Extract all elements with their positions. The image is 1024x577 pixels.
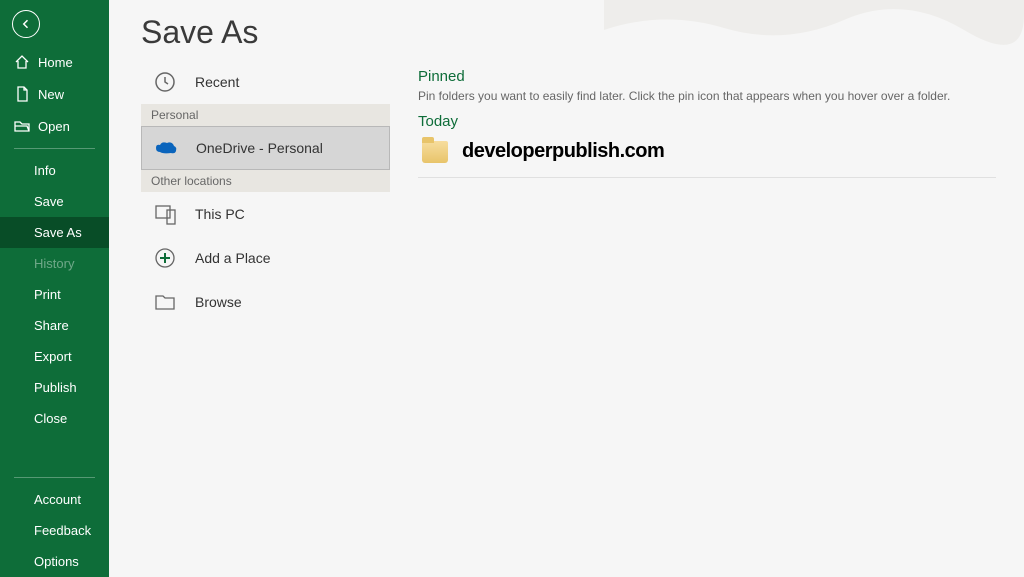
nav-open[interactable]: Open: [0, 110, 109, 142]
nav-info[interactable]: Info: [0, 155, 109, 186]
pinned-title: Pinned: [418, 68, 996, 85]
divider: [418, 177, 996, 178]
nav-new[interactable]: New: [0, 78, 109, 110]
folder-icon: [153, 290, 177, 314]
nav-label: Open: [38, 119, 70, 134]
clock-icon: [153, 70, 177, 94]
location-label: Browse: [195, 294, 242, 310]
location-onedrive[interactable]: OneDrive - Personal: [141, 126, 390, 170]
divider: [14, 148, 95, 149]
back-button[interactable]: [12, 10, 40, 38]
section-header-other: Other locations: [141, 170, 390, 192]
nav-share[interactable]: Share: [0, 310, 109, 341]
folder-panel: Pinned Pin folders you want to easily fi…: [390, 0, 1024, 577]
document-icon: [14, 86, 30, 102]
home-icon: [14, 54, 30, 70]
location-label: Add a Place: [195, 250, 271, 266]
nav-feedback[interactable]: Feedback: [0, 515, 109, 546]
onedrive-icon: [154, 136, 178, 160]
nav-publish[interactable]: Publish: [0, 372, 109, 403]
location-label: This PC: [195, 206, 245, 222]
nav-home[interactable]: Home: [0, 46, 109, 78]
today-title: Today: [418, 113, 996, 130]
nav-label: Home: [38, 55, 73, 70]
folder-name: developerpublish.com: [462, 140, 664, 163]
page-title: Save As: [141, 14, 258, 51]
pc-icon: [153, 202, 177, 226]
nav-save[interactable]: Save: [0, 186, 109, 217]
arrow-left-icon: [20, 18, 32, 30]
locations-panel: Recent Personal OneDrive - Personal Othe…: [109, 0, 390, 577]
location-this-pc[interactable]: This PC: [141, 192, 390, 236]
nav-export[interactable]: Export: [0, 341, 109, 372]
location-label: OneDrive - Personal: [196, 140, 323, 156]
folder-open-icon: [14, 118, 30, 134]
nav-print[interactable]: Print: [0, 279, 109, 310]
nav-options[interactable]: Options: [0, 546, 109, 577]
location-label: Recent: [195, 74, 239, 90]
folder-icon: [422, 141, 448, 163]
pinned-description: Pin folders you want to easily find late…: [418, 89, 996, 103]
location-add-place[interactable]: Add a Place: [141, 236, 390, 280]
nav-label: New: [38, 87, 64, 102]
nav-save-as[interactable]: Save As: [0, 217, 109, 248]
main-content: Save As Recent Personal OneDrive - Perso…: [109, 0, 1024, 577]
section-header-personal: Personal: [141, 104, 390, 126]
location-browse[interactable]: Browse: [141, 280, 390, 324]
nav-close[interactable]: Close: [0, 403, 109, 434]
location-recent[interactable]: Recent: [141, 60, 390, 104]
backstage-sidebar: Home New Open Info Save Save As History …: [0, 0, 109, 577]
add-place-icon: [153, 246, 177, 270]
nav-account[interactable]: Account: [0, 484, 109, 515]
folder-item[interactable]: developerpublish.com: [418, 134, 996, 173]
nav-history[interactable]: History: [0, 248, 109, 279]
divider: [14, 477, 95, 478]
